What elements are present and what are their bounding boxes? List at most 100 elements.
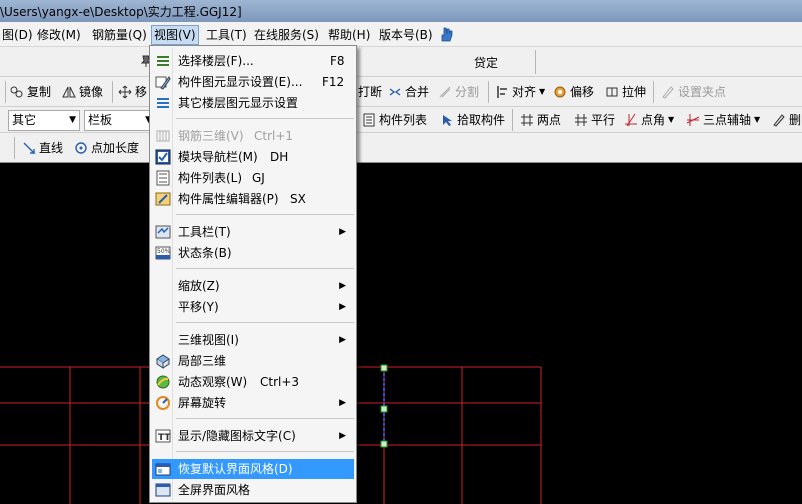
- menu-version[interactable]: 版本号(B): [377, 25, 435, 45]
- grid-drawing: [0, 364, 542, 504]
- menu-online-service[interactable]: 在线服务(S): [252, 25, 321, 45]
- menu-item-label: 状态条(B): [178, 246, 232, 260]
- menu-modify[interactable]: 修改(M): [35, 25, 83, 45]
- move-label: 移: [135, 85, 148, 99]
- eraser-icon: [773, 114, 785, 127]
- submenu-arrow-icon: ▶: [339, 398, 346, 408]
- menu-separator: [176, 322, 354, 323]
- menu-item-zoom[interactable]: 缩放(Z) ▶: [152, 276, 354, 296]
- copy-icon: [10, 86, 23, 98]
- submenu-arrow-icon: ▶: [339, 431, 346, 441]
- three-point-aux-button[interactable]: 三点辅轴 ▼: [686, 109, 760, 131]
- drawing-canvas[interactable]: [0, 163, 802, 504]
- menu-item-fullscreen-layout[interactable]: 全屏界面风格: [152, 480, 354, 500]
- toolbar-row-2: 复制 镜像 移 打断 合并 分割 对齐 ▼ 偏移 拉伸 设置夹点: [0, 77, 802, 107]
- list-icon: [363, 113, 375, 127]
- menu-item-partial-3d[interactable]: 局部三维: [152, 351, 354, 371]
- partial-3d-icon: [156, 354, 170, 369]
- delete-aux-label: 删: [789, 113, 802, 127]
- component-type-value: 栏板: [88, 113, 113, 127]
- window-title: \Users\yangx-e\Desktop\实力工程.GGJ12]: [0, 5, 242, 19]
- menu-help[interactable]: 帮助(H): [326, 25, 372, 45]
- menu-item-restore-default-layout[interactable]: 恢复默认界面风格(D): [152, 459, 354, 479]
- point-angle-button[interactable]: 点角 ▼: [624, 109, 674, 131]
- toolbar-divider: [512, 109, 513, 131]
- component-type-select[interactable]: 栏板 ▼: [84, 110, 156, 131]
- delete-aux-button[interactable]: 删: [772, 109, 801, 131]
- menu-draw[interactable]: 图(D): [0, 25, 35, 45]
- menu-tools[interactable]: 工具(T): [204, 25, 249, 45]
- menu-item-component-list[interactable]: 构件列表(L) GJ: [152, 168, 354, 188]
- svg-text:TT: TT: [158, 433, 171, 443]
- statusbar-icon: 50%: [155, 246, 171, 260]
- point-length-icon: [75, 142, 87, 154]
- menu-item-label: 平移(Y): [178, 300, 219, 314]
- break-label: 打断: [358, 85, 383, 99]
- pen-icon: [662, 86, 674, 99]
- lock-button[interactable]: 贷定: [474, 52, 498, 74]
- menu-item-shortcut: DH: [270, 150, 289, 164]
- parallel-button[interactable]: 平行: [574, 109, 615, 131]
- submenu-arrow-icon: ▶: [339, 335, 346, 345]
- menu-separator: [176, 451, 354, 452]
- fullscreen-icon: [155, 483, 171, 497]
- component-list-button[interactable]: 构件列表: [362, 109, 427, 131]
- menu-item-toggle-icon-text[interactable]: TT 显示/隐藏图标文字(C) ▶: [152, 426, 354, 446]
- three-point-aux-dropdown-arrow-icon[interactable]: ▼: [754, 109, 760, 131]
- two-points-button[interactable]: 两点: [520, 109, 561, 131]
- submenu-arrow-icon: ▶: [339, 281, 346, 291]
- move-button[interactable]: 移: [118, 81, 147, 103]
- menu-item-dynamic-orbit[interactable]: 动态观察(W) Ctrl+3: [152, 372, 354, 392]
- set-grip-label: 设置夹点: [678, 85, 727, 99]
- floor-select-icon: [157, 56, 169, 66]
- menu-rebar-quantity[interactable]: 钢筋量(Q): [90, 25, 149, 45]
- menu-item-other-floor-display[interactable]: 其它楼层图元显示设置: [152, 93, 354, 113]
- menu-item-label: 显示/隐藏图标文字(C): [178, 429, 296, 443]
- menu-item-label: 动态观察(W): [178, 375, 248, 389]
- break-button[interactable]: 打断: [358, 81, 382, 103]
- copy-button[interactable]: 复制: [10, 81, 51, 103]
- point-angle-icon: [625, 113, 637, 127]
- menu-item-display-settings[interactable]: 构件图元显示设置(E)... F12: [152, 72, 354, 92]
- help-hand-icon[interactable]: [438, 26, 456, 44]
- menu-item-3d-view[interactable]: 三维视图(I) ▶: [152, 330, 354, 350]
- merge-icon: [389, 88, 401, 96]
- menu-separator: [176, 268, 354, 269]
- menu-item-statusbar[interactable]: 50% 状态条(B): [152, 243, 354, 263]
- menu-item-shortcut: SX: [290, 192, 306, 206]
- point-angle-dropdown-arrow-icon[interactable]: ▼: [668, 109, 674, 131]
- menu-item-shortcut: F12: [322, 75, 345, 89]
- menu-item-select-floor[interactable]: 选择楼层(F)... F8: [152, 51, 354, 71]
- stretch-button[interactable]: 拉伸: [605, 81, 646, 103]
- menu-item-label: 选择楼层(F)...: [178, 54, 254, 68]
- menu-item-label: 全屏界面风格: [178, 483, 251, 497]
- offset-button[interactable]: 偏移: [553, 81, 594, 103]
- floor-type-select[interactable]: 其它 ▼: [8, 110, 80, 131]
- menu-item-module-nav[interactable]: 模块导航栏(M) DH: [152, 147, 354, 167]
- menu-view[interactable]: 视图(V): [151, 25, 199, 45]
- split-button[interactable]: 分割: [438, 81, 479, 103]
- menu-item-screen-rotate[interactable]: 屏幕旋转 ▶: [152, 393, 354, 413]
- toolbar-divider: [488, 81, 489, 103]
- menu-separator: [176, 118, 354, 119]
- align-dropdown-arrow-icon[interactable]: ▼: [539, 81, 545, 103]
- submenu-arrow-icon: ▶: [339, 227, 346, 237]
- checkbox-checked-icon: [155, 149, 171, 165]
- pick-component-button[interactable]: 拾取构件: [440, 109, 505, 131]
- rotate-screen-icon: [156, 396, 170, 410]
- menu-item-shortcut: Ctrl+3: [260, 375, 300, 389]
- set-grip-button[interactable]: 设置夹点: [661, 81, 726, 103]
- line-button[interactable]: 直线: [22, 137, 63, 159]
- menu-item-pan[interactable]: 平移(Y) ▶: [152, 297, 354, 317]
- point-angle-label: 点角: [641, 113, 666, 127]
- menu-item-toolbars[interactable]: 工具栏(T) ▶: [152, 222, 354, 242]
- menu-item-shortcut: GJ: [252, 171, 265, 185]
- merge-button[interactable]: 合并: [388, 81, 429, 103]
- display-settings-icon: [155, 76, 171, 90]
- align-button[interactable]: 对齐 ▼: [495, 81, 545, 103]
- text-toggle-icon: TT: [155, 429, 171, 443]
- point-length-button[interactable]: 点加长度: [74, 137, 139, 159]
- mirror-button[interactable]: 镜像: [62, 81, 103, 103]
- menu-item-property-editor[interactable]: 构件属性编辑器(P) SX: [152, 189, 354, 209]
- mirror-icon: [62, 86, 76, 98]
